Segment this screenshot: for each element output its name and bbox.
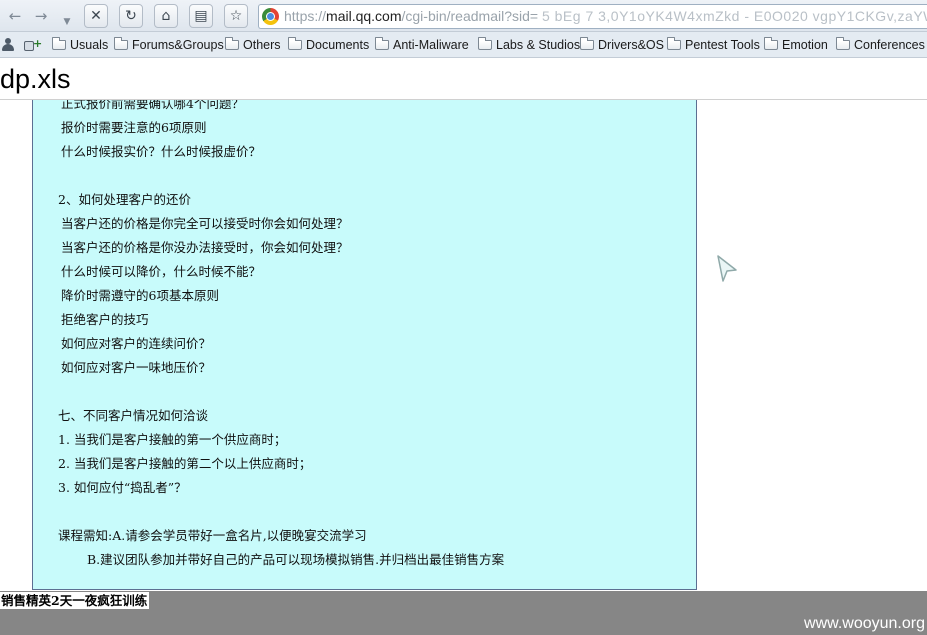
document-line: 2. 当我们是客户接触的第二个以上供应商时； bbox=[58, 456, 312, 471]
bookmark-star-button[interactable]: ☆ bbox=[224, 4, 248, 28]
watermark: www.wooyun.org bbox=[804, 615, 925, 632]
folder-icon bbox=[667, 37, 681, 50]
folder-icon bbox=[114, 37, 128, 50]
page-icon: ▤ bbox=[194, 8, 208, 24]
mouse-pointer-icon bbox=[717, 255, 737, 282]
bookmark-pentest-tools[interactable]: Pentest Tools bbox=[667, 36, 760, 54]
section-heading: 2、如何处理客户的还价 bbox=[58, 192, 191, 207]
back-arrow-icon[interactable]: ← bbox=[4, 4, 26, 28]
document-caption: 销售精英2天一夜疯狂训练 bbox=[0, 592, 150, 609]
document-preview: 正式报价前需要确认哪4个问题？ 报价时需要注意的6项原则 什么时候报实价？什么时… bbox=[32, 100, 697, 590]
document-line: 什么时候报实价？什么时候报虚价？ bbox=[61, 144, 262, 159]
url-text: https://mail.qq.com/cgi-bin/readmail?sid… bbox=[284, 5, 927, 28]
url-tail: 5 bEg 7 3,0Y1oYK4W4xmZkd - E0O020 vgpY1C… bbox=[541, 8, 927, 24]
page-title: dp.xls bbox=[0, 64, 71, 94]
stop-button[interactable]: ✕ bbox=[84, 4, 108, 28]
folder-icon bbox=[478, 37, 492, 50]
bookmark-forums-groups[interactable]: Forums&Groups bbox=[114, 36, 224, 54]
course-notice: B.建议团队参加并带好自己的产品可以现场模拟销售.并归档出最佳销售方案 bbox=[87, 552, 505, 567]
document-line: 什么时候可以降价，什么时候不能？ bbox=[61, 264, 262, 279]
folder-icon bbox=[580, 37, 594, 50]
address-bar[interactable]: https://mail.qq.com/cgi-bin/readmail?sid… bbox=[258, 4, 927, 29]
url-host: mail.qq.com bbox=[326, 8, 402, 24]
document-line: 3. 如何应付“捣乱者”？ bbox=[58, 480, 187, 495]
url-scheme: https:// bbox=[284, 8, 327, 24]
bookmark-others[interactable]: Others bbox=[225, 36, 281, 54]
forward-arrow-icon[interactable]: → bbox=[30, 4, 52, 28]
folder-icon bbox=[836, 37, 850, 50]
document-line: 拒绝客户的技巧 bbox=[61, 312, 149, 327]
folder-icon bbox=[764, 37, 778, 50]
history-dropdown-icon[interactable]: ▼ bbox=[60, 10, 74, 34]
person-icon[interactable] bbox=[2, 38, 14, 52]
page-menu-button[interactable]: ▤ bbox=[189, 4, 213, 28]
bookmark-documents[interactable]: Documents bbox=[288, 36, 369, 54]
document-line: 1. 当我们是客户接触的第一个供应商时； bbox=[58, 432, 287, 447]
bookmarks-bar: + Usuals Forums&Groups Others Documents … bbox=[0, 32, 927, 58]
bookmark-conferences[interactable]: Conferences bbox=[836, 36, 925, 54]
folder-icon bbox=[375, 37, 389, 50]
document-line: 正式报价前需要确认哪4个问题？ bbox=[61, 100, 244, 111]
reload-icon: ↻ bbox=[125, 8, 137, 24]
folder-icon bbox=[225, 37, 239, 50]
course-notice: 课程需知:A.请参会学员带好一盒名片,以便晚宴交流学习 bbox=[58, 528, 367, 543]
bookmark-drivers-os[interactable]: Drivers&OS bbox=[580, 36, 664, 54]
section-heading: 七、不同客户情况如何洽谈 bbox=[58, 408, 209, 423]
folder-icon bbox=[52, 37, 66, 50]
folder-icon bbox=[288, 37, 302, 50]
bookmark-anti-maliware[interactable]: Anti-Maliware bbox=[375, 36, 469, 54]
bookmark-labs-studios[interactable]: Labs & Studios bbox=[478, 36, 580, 54]
document-line: 报价时需要注意的6项原则 bbox=[61, 120, 207, 135]
home-icon: ⌂ bbox=[161, 8, 171, 24]
document-line: 如何应对客户一味地压价？ bbox=[61, 360, 212, 375]
home-button[interactable]: ⌂ bbox=[154, 4, 178, 28]
browser-toolbar: ← → ▼ ✕ ↻ ⌂ ▤ ☆ https://mail.qq.com/cgi-… bbox=[0, 0, 927, 32]
star-icon: ☆ bbox=[229, 8, 243, 24]
reload-button[interactable]: ↻ bbox=[119, 4, 143, 28]
document-line: 当客户还的价格是你完全可以接受时你会如何处理？ bbox=[61, 216, 349, 231]
url-path: /cgi-bin/readmail?sid= bbox=[401, 8, 539, 24]
document-line: 降价时需遵守的6项基本原则 bbox=[61, 288, 219, 303]
bookmark-emotion[interactable]: Emotion bbox=[764, 36, 828, 54]
document-line: 如何应对客户的连续问价？ bbox=[61, 336, 212, 351]
bookmark-usuals[interactable]: Usuals bbox=[52, 36, 108, 54]
document-line: 当客户还的价格是你没办法接受时，你会如何处理？ bbox=[61, 240, 349, 255]
add-bookmark-icon[interactable]: + bbox=[22, 36, 42, 54]
close-icon: ✕ bbox=[90, 8, 102, 24]
site-info-icon[interactable] bbox=[262, 8, 279, 25]
